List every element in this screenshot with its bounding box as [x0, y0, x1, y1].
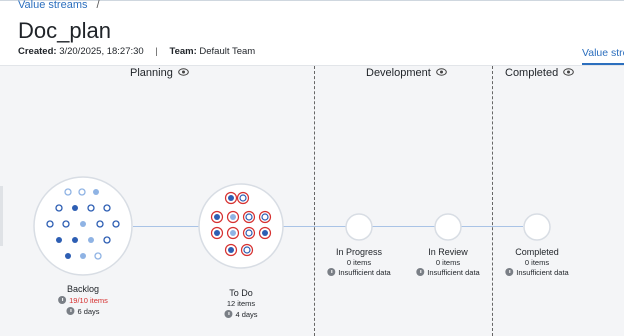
in-progress-label: In Progress: [335, 247, 383, 257]
team-label: Team:: [169, 46, 197, 57]
completed-duration-text: Insufficient data: [516, 268, 569, 277]
todo-label: To Do: [229, 288, 253, 298]
breadcrumb-separator: /: [96, 0, 100, 11]
backlog-duration: 6 days: [66, 307, 100, 316]
todo-item-dot: [230, 214, 236, 220]
in-review-node[interactable]: [434, 213, 462, 241]
page-title: Doc_plan: [18, 18, 111, 43]
backlog-duration-text: 6 days: [77, 307, 100, 316]
stage-header-planning: Planning: [130, 67, 189, 79]
in-review-label: In Review: [428, 247, 468, 257]
clock-icon: [66, 307, 75, 315]
flow-line: [133, 226, 523, 227]
in-progress-node[interactable]: [345, 213, 373, 241]
stage-divider: [492, 66, 493, 336]
clock-icon: [327, 268, 336, 276]
breadcrumb: Value streams /: [18, 0, 100, 11]
todo-duration: 4 days: [224, 310, 258, 319]
value-stream-canvas: Planning Development Completed Backlog 1…: [0, 65, 624, 336]
eye-icon[interactable]: [436, 67, 447, 79]
todo-items: 12 items: [226, 299, 256, 308]
page-meta: Created: 3/20/2025, 18:27:30 | Team: Def…: [18, 46, 255, 57]
completed-node[interactable]: [523, 213, 551, 241]
team-value: Default Team: [199, 46, 256, 57]
stage-name-development: Development: [366, 67, 431, 79]
stage-name-planning: Planning: [130, 67, 173, 79]
meta-separator: |: [155, 46, 158, 57]
completed-duration: Insufficient data: [505, 268, 569, 277]
created-value: 3/20/2025, 18:27:30: [59, 46, 144, 57]
in-progress-duration: Insufficient data: [327, 268, 391, 277]
breadcrumb-link-value-streams[interactable]: Value streams: [18, 0, 88, 11]
tab-value-streams[interactable]: Value strea: [582, 47, 624, 59]
todo-duration-text: 4 days: [235, 310, 258, 319]
todo-item-dot: [214, 214, 220, 220]
todo-item-dot: [261, 213, 269, 221]
in-review-duration: Insufficient data: [416, 268, 480, 277]
created-label: Created:: [18, 46, 57, 57]
stage-name-completed: Completed: [505, 67, 559, 79]
stage-header-completed: Completed: [505, 67, 575, 79]
eye-icon[interactable]: [178, 67, 189, 79]
in-progress-items: 0 items: [346, 258, 372, 267]
panel-edge-handle[interactable]: [0, 186, 3, 246]
todo-item-dot: [228, 195, 234, 201]
in-progress-duration-text: Insufficient data: [338, 268, 391, 277]
todo-node[interactable]: [198, 183, 284, 269]
completed-items: 0 items: [524, 258, 550, 267]
backlog-node[interactable]: [33, 176, 133, 276]
todo-item-dot: [262, 230, 268, 236]
in-review-duration-text: Insufficient data: [427, 268, 480, 277]
clock-icon: [505, 268, 514, 276]
stage-divider: [314, 66, 315, 336]
warning-icon: [58, 296, 67, 304]
clock-icon: [224, 310, 233, 318]
todo-item-dot: [245, 213, 253, 221]
clock-icon: [416, 268, 425, 276]
backlog-items: 19/10 items: [58, 296, 108, 305]
in-review-items: 0 items: [435, 258, 461, 267]
todo-item-dot: [228, 247, 234, 253]
todo-item-dot: [230, 230, 236, 236]
todo-item-dot: [239, 194, 247, 202]
todo-item-dot: [243, 246, 251, 254]
todo-item-dot: [245, 229, 253, 237]
stage-header-development: Development: [366, 67, 447, 79]
eye-icon[interactable]: [563, 67, 575, 79]
backlog-items-text: 19/10 items: [69, 296, 108, 305]
todo-item-dot: [214, 230, 220, 236]
backlog-label: Backlog: [66, 284, 100, 294]
completed-label: Completed: [515, 247, 559, 257]
